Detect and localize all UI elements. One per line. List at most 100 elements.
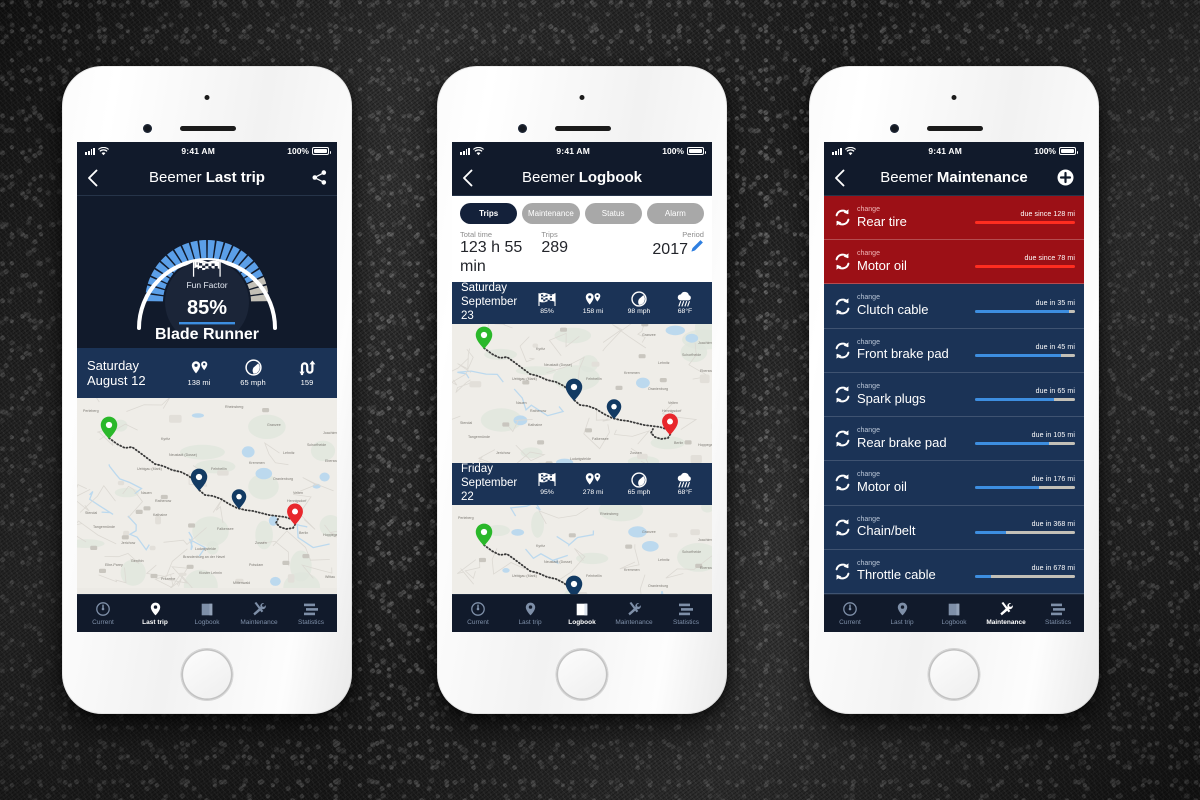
stat-distance: 138 mi xyxy=(179,359,219,387)
tab-logbook[interactable]: Logbook xyxy=(556,595,608,632)
map-place-label: Granzee xyxy=(642,333,656,337)
map-place-label: Perleberg xyxy=(83,409,99,413)
maintenance-list[interactable]: change Rear tire due since 128 mi change Mot… xyxy=(824,196,1084,594)
tab-current[interactable]: Current xyxy=(824,595,876,632)
maintenance-part-name: Motor oil xyxy=(857,257,907,273)
tab-logbook[interactable]: Logbook xyxy=(928,595,980,632)
stat-speed: 98 mph xyxy=(621,291,657,315)
map-place-label: Tangermünde xyxy=(93,525,115,529)
back-chevron-icon[interactable] xyxy=(87,169,98,187)
maintenance-row[interactable]: change Motor oil due since 78 mi xyxy=(824,240,1084,285)
tab-maintenance[interactable]: Maintenance xyxy=(980,595,1032,632)
map-place-label: Rathenow xyxy=(530,409,547,413)
progress-fill xyxy=(975,442,1049,446)
logbook-entry-row[interactable]: Friday September 22 95% 278 mi 65 mph 68… xyxy=(452,462,712,505)
entry-stats: 95% 278 mi 65 mph 68°F xyxy=(529,472,703,496)
page-title-section: Last trip xyxy=(205,169,265,186)
maintenance-row[interactable]: change Chain/belt due in 368 mi xyxy=(824,505,1084,550)
page-title-section: Logbook xyxy=(578,169,643,186)
refresh-change-icon xyxy=(833,562,857,581)
maintenance-row[interactable]: change Front brake pad due in 45 mi xyxy=(824,328,1084,373)
summary-value: 2017 xyxy=(652,241,688,259)
map-urban-area xyxy=(178,572,187,576)
maintenance-row[interactable]: change Throttle cable due in 678 mi xyxy=(824,549,1084,594)
trip-summary-row[interactable]: Saturday August 12 138 mi 65 mph 159 xyxy=(77,348,337,398)
summary-value: 289 xyxy=(541,239,569,257)
maintenance-action: change xyxy=(857,382,880,390)
logbook-entry-map[interactable]: PerlebergRheinsbergKyritzGranzeeJoachims… xyxy=(452,324,712,463)
logbook-entry-row[interactable]: Saturday September 23 85% 158 mi 98 mph … xyxy=(452,282,712,325)
home-button[interactable] xyxy=(181,649,233,700)
gauge-underline xyxy=(179,322,235,325)
progress-fill xyxy=(975,309,1069,313)
maintenance-progress-bar xyxy=(975,442,1075,446)
map-place-label: Kremmen xyxy=(249,461,265,465)
map-place-label: Joachimsthal xyxy=(698,341,712,345)
maintenance-text: change Motor oil xyxy=(857,250,975,273)
maintenance-text: change Spark plugs xyxy=(857,383,975,406)
pin-icon xyxy=(150,602,161,617)
tab-last-trip[interactable]: Last trip xyxy=(876,595,928,632)
pin-icon xyxy=(525,602,536,617)
share-icon[interactable] xyxy=(312,170,327,185)
maintenance-row[interactable]: change Clutch cable due in 35 mi xyxy=(824,284,1084,329)
filter-pill-trips[interactable]: Trips xyxy=(460,203,518,224)
filter-pill-alarm[interactable]: Alarm xyxy=(646,203,704,224)
tab-maintenance[interactable]: Maintenance xyxy=(608,595,660,632)
filter-pill-status[interactable]: Status xyxy=(584,203,642,224)
trip-map[interactable]: Perleberg Rheinsberg Kyritz Granzee Joachims… xyxy=(77,398,337,594)
summary-label: Trips xyxy=(541,230,558,239)
map-place-label: Lehnitz xyxy=(283,451,295,455)
summary-value: 123 h 55 min xyxy=(460,239,523,275)
progress-remainder xyxy=(1054,397,1075,401)
tab-current[interactable]: Current xyxy=(77,595,129,632)
stat-value: 95% xyxy=(540,488,554,496)
map-place-label: Neustadt (Dosse) xyxy=(544,560,572,564)
map-route-shield xyxy=(135,509,143,514)
maintenance-due: due in 65 mi xyxy=(975,388,1075,401)
map-place-label: Fehrbellin xyxy=(586,574,602,578)
back-chevron-icon[interactable] xyxy=(834,169,845,187)
map-place-label: Neustadt (Dosse) xyxy=(544,363,572,367)
stat-value: 98 mph xyxy=(627,308,651,316)
map-lake xyxy=(255,467,273,480)
add-plus-icon[interactable] xyxy=(1057,169,1074,186)
map-route-shield xyxy=(121,535,129,540)
logbook-entry-map[interactable]: PerlebergRheinsbergKyritzGranzeeJoachims… xyxy=(452,504,712,594)
tab-logbook[interactable]: Logbook xyxy=(181,595,233,632)
tab-last-trip[interactable]: Last trip xyxy=(504,595,556,632)
map-route-shield xyxy=(568,532,576,538)
map-route-shield xyxy=(560,327,567,332)
screen-logbook: 9:41 AM 100% Beemer Logbook Trips Mainte… xyxy=(452,142,712,632)
tab-last-trip[interactable]: Last trip xyxy=(129,595,181,632)
status-time: 9:41 AM xyxy=(928,146,963,156)
signal-bars-icon xyxy=(85,147,96,155)
home-button[interactable] xyxy=(928,649,980,700)
map-route-shield xyxy=(99,568,106,573)
map-place-label: Nauen xyxy=(516,401,527,405)
tools-icon xyxy=(999,602,1014,617)
stat-fun-factor: 95% xyxy=(529,472,565,496)
page-title-vehicle: Beemer xyxy=(149,169,202,186)
tab-statistics[interactable]: Statistics xyxy=(1032,595,1084,632)
maintenance-row[interactable]: change Rear tire due since 128 mi xyxy=(824,196,1084,241)
page-title-section: Maintenance xyxy=(936,169,1028,186)
tab-current[interactable]: Current xyxy=(452,595,504,632)
tab-maintenance[interactable]: Maintenance xyxy=(233,595,285,632)
battery-percent: 100% xyxy=(287,146,309,156)
tab-statistics[interactable]: Statistics xyxy=(660,595,712,632)
pencil-icon[interactable] xyxy=(690,239,704,258)
map-place-label: Stendal xyxy=(85,511,97,515)
tab-statistics[interactable]: Statistics xyxy=(285,595,337,632)
page-title: Beemer Maintenance xyxy=(824,169,1084,186)
stat-distance: 278 mi xyxy=(575,472,611,496)
map-place-label: Oranienburg xyxy=(648,387,668,391)
maintenance-row[interactable]: change Spark plugs due in 65 mi xyxy=(824,372,1084,418)
home-button[interactable] xyxy=(556,649,608,700)
back-chevron-icon[interactable] xyxy=(462,169,473,187)
filter-pill-maintenance[interactable]: Maintenance xyxy=(522,203,580,224)
refresh-change-icon xyxy=(833,208,857,227)
maintenance-row[interactable]: change Motor oil due in 176 mi xyxy=(824,461,1084,506)
maintenance-due: due in 105 mi xyxy=(975,432,1075,446)
maintenance-row[interactable]: change Rear brake pad due in 105 mi xyxy=(824,417,1084,462)
